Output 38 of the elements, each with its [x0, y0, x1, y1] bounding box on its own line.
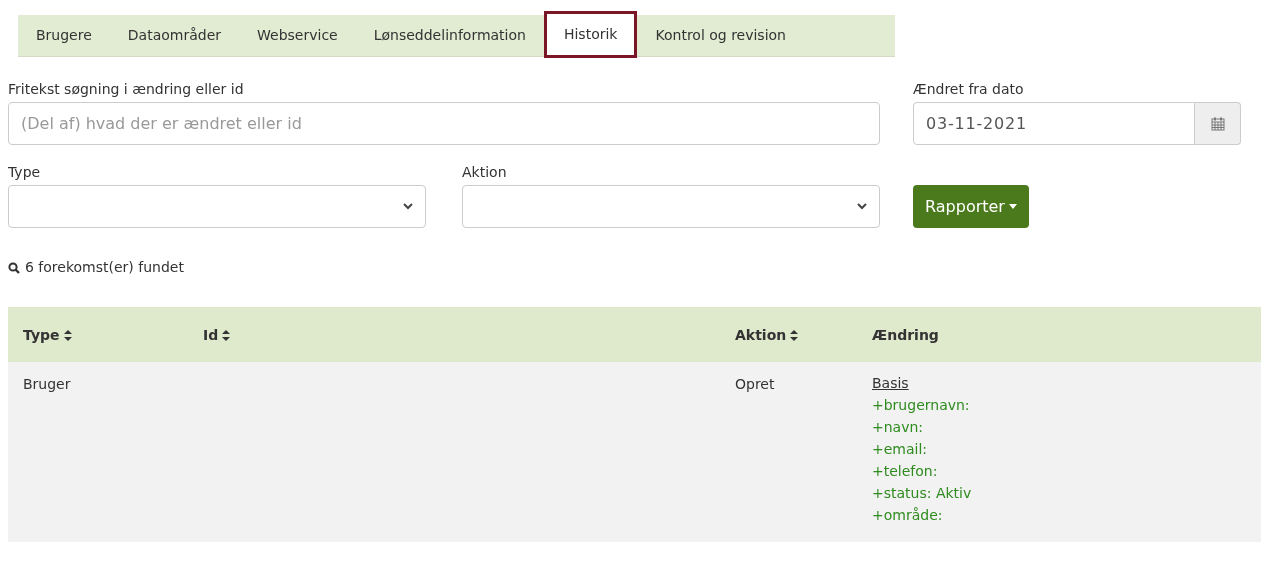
column-header[interactable]: Aktion: [735, 326, 799, 343]
sort-icon: [790, 330, 799, 341]
calendar-icon: [1210, 116, 1225, 131]
date-field[interactable]: 03-11-2021: [913, 102, 1195, 145]
tab[interactable]: Dataområder: [109, 15, 240, 56]
sort-icon: [63, 330, 72, 341]
table-cell: Opret: [735, 376, 775, 392]
select-label: Type: [8, 163, 42, 182]
result-count: 6 forekomst(er) fundet: [25, 258, 184, 277]
dropdown[interactable]: [462, 185, 880, 228]
sort-icon: [222, 330, 231, 341]
tab[interactable]: Kontrol og revision: [637, 15, 804, 56]
column-header[interactable]: Type: [23, 326, 72, 343]
change-line: +email:: [872, 440, 928, 459]
search-field[interactable]: (Del af) hvad der er ændret eller id: [8, 102, 880, 145]
column-header[interactable]: Id: [203, 326, 231, 343]
caret-icon: [1008, 204, 1017, 209]
change-line: +område:: [872, 506, 943, 525]
table-cell: Bruger: [23, 376, 71, 392]
calendar-button[interactable]: [1195, 102, 1241, 145]
tab[interactable]: Brugere: [18, 15, 110, 56]
change-line: +status: Aktiv: [872, 484, 972, 503]
tab[interactable]: Lønseddelinformation: [355, 15, 544, 56]
tab[interactable]: Webservice: [239, 15, 356, 56]
date-label: Ændret fra dato: [913, 80, 1025, 99]
chevron-down-icon: [857, 203, 867, 210]
column-header: Ændring: [872, 326, 939, 343]
change-section-link[interactable]: Basis: [872, 372, 909, 394]
select-label: Aktion: [462, 163, 508, 182]
tab[interactable]: Historik: [543, 11, 638, 58]
search-icon: [8, 261, 20, 274]
search-label: Fritekst søgning i ændring eller id: [8, 80, 245, 99]
dropdown[interactable]: [8, 185, 426, 228]
change-line: +brugernavn:: [872, 396, 970, 415]
chevron-down-icon: [403, 203, 413, 210]
change-line: +navn:: [872, 418, 924, 437]
change-line: +telefon:: [872, 462, 938, 481]
report-button[interactable]: Rapporter: [913, 185, 1029, 228]
